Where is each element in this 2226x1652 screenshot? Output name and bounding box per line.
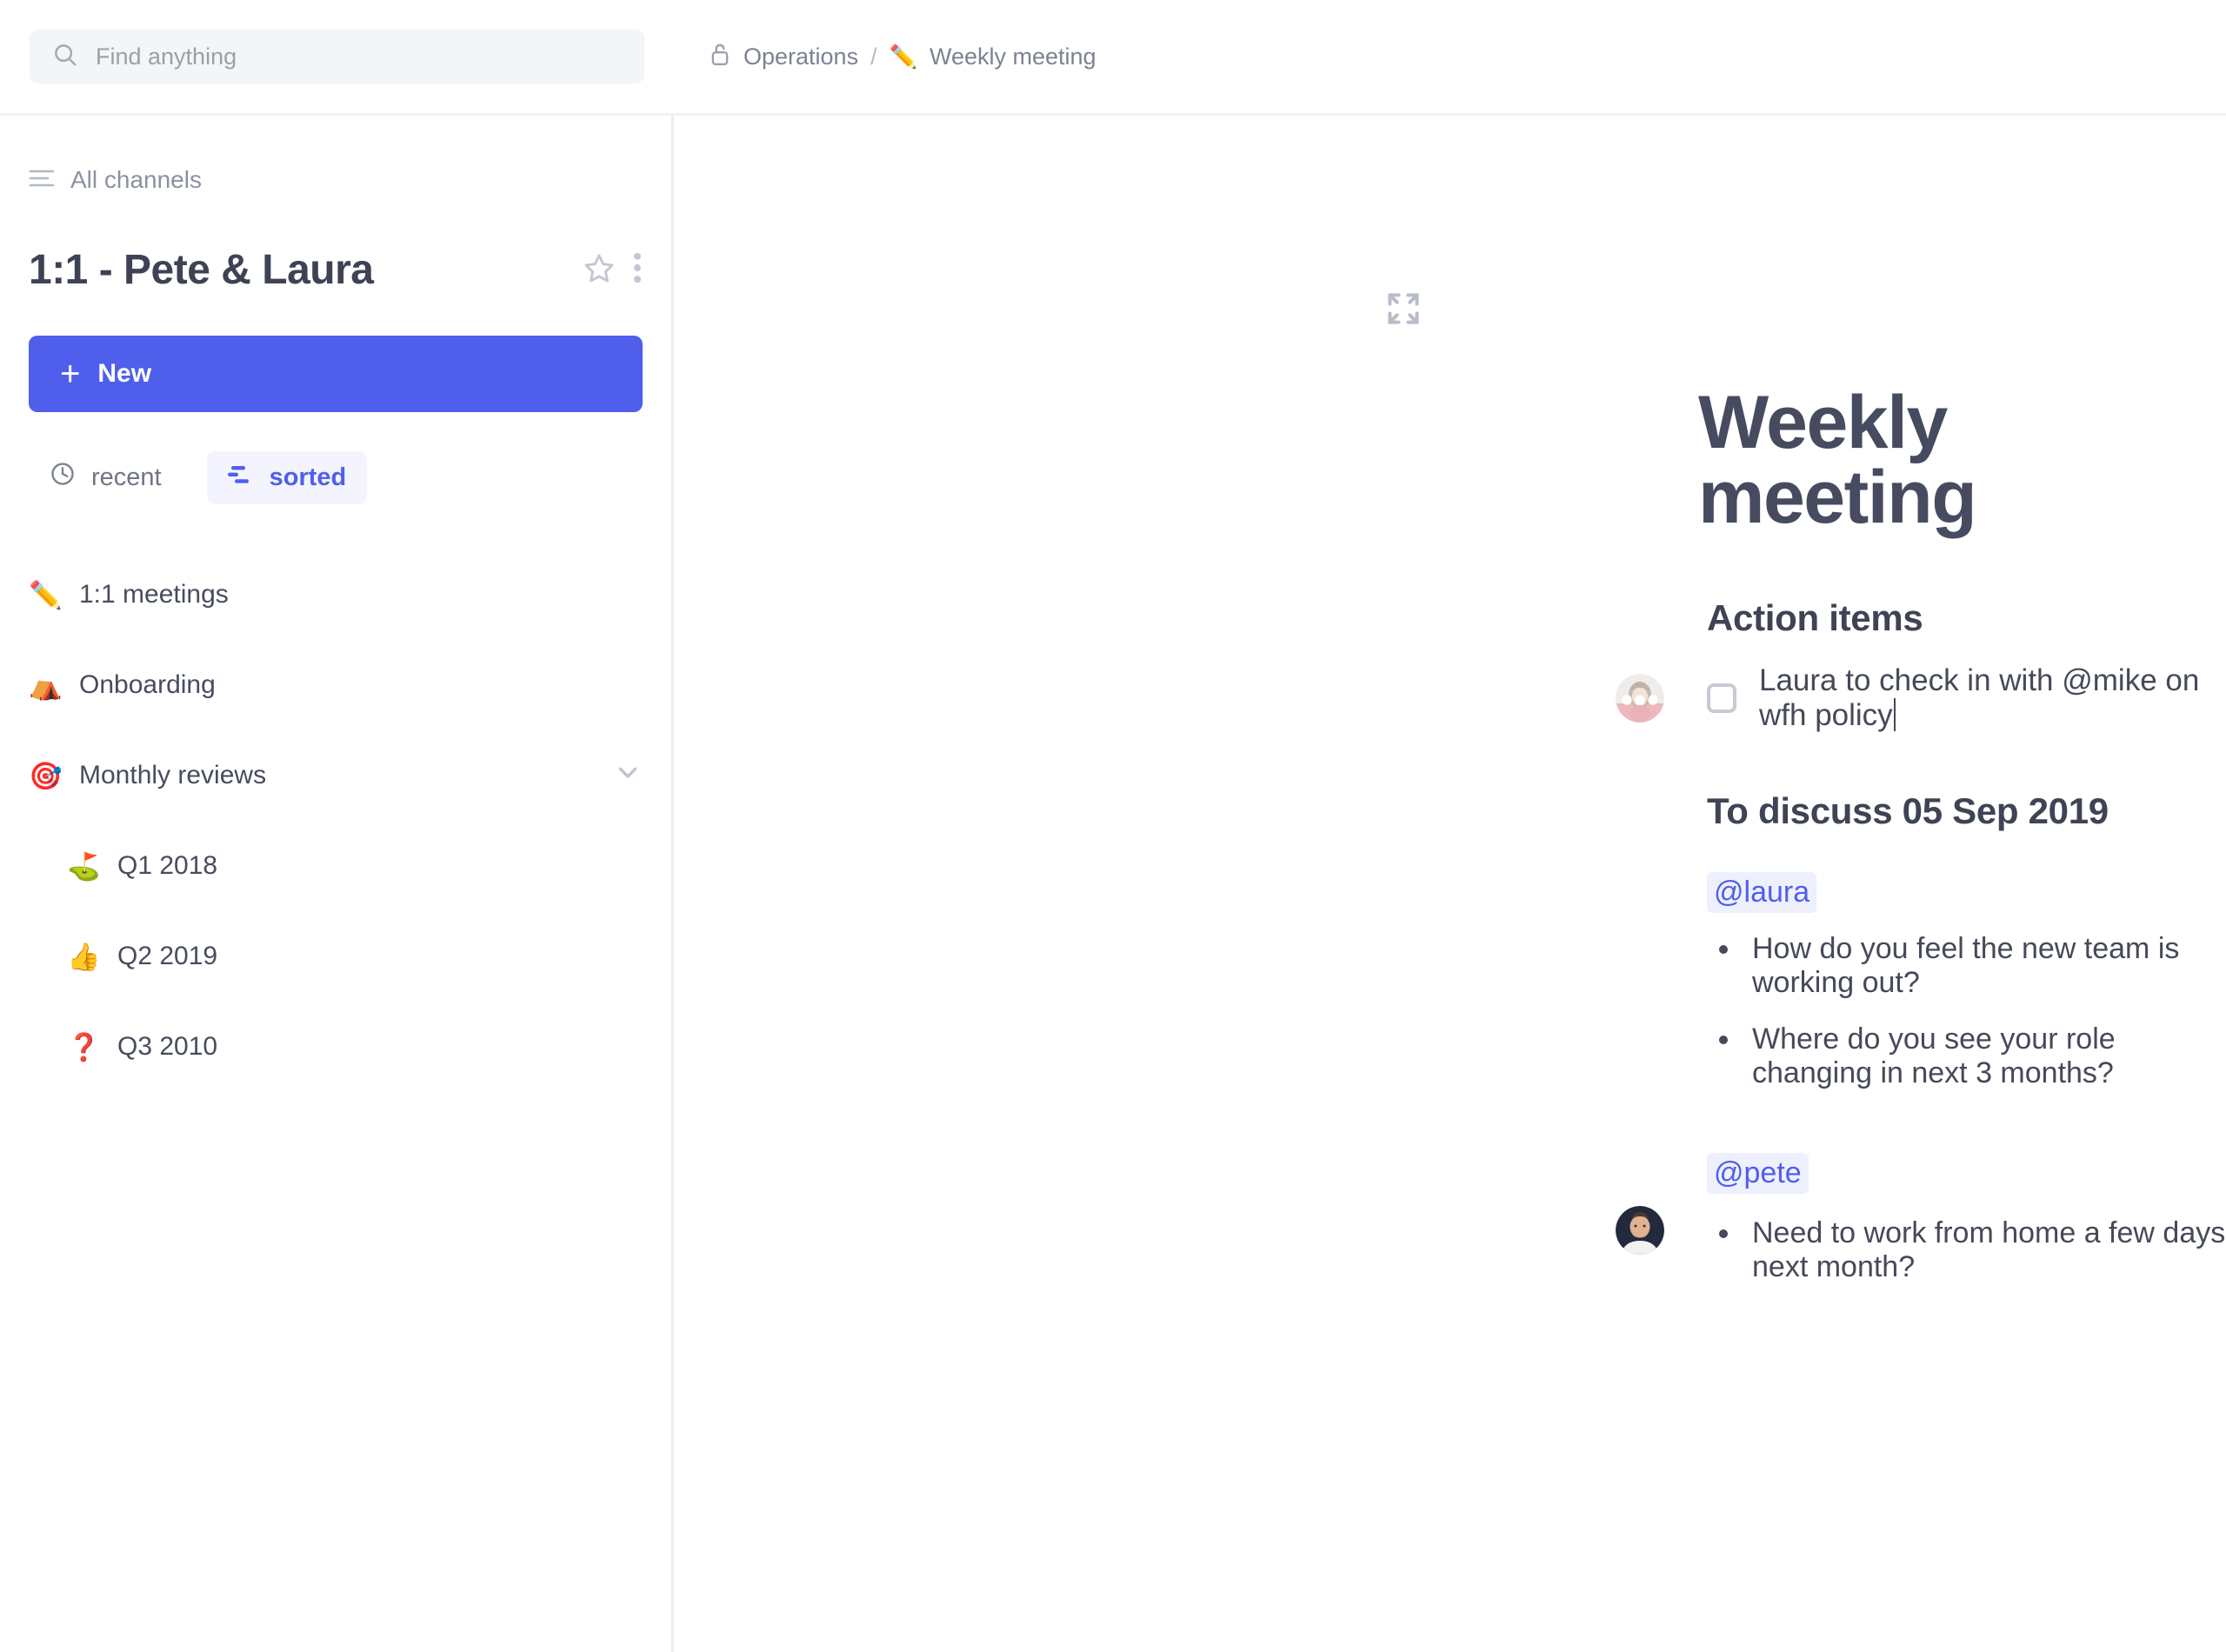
expand-fullscreen-icon[interactable] [1384,290,1423,328]
mention-laura[interactable]: @laura [1707,872,1817,913]
list-item-label: Need to work from home a few days next m… [1752,1216,2226,1283]
breadcrumb: Operations / ✏️ Weekly meeting [709,41,1096,73]
top-bar-left [0,0,674,113]
channel-title: 1:1 - Pete & Laura [29,247,374,293]
all-channels-label: All channels [70,166,202,193]
all-channels-button[interactable]: All channels [29,166,643,194]
lock-icon [709,41,731,73]
action-item-row: Laura to check in with @mike on wfh poli… [1616,663,2226,733]
mention-pete[interactable]: @pete [1707,1153,1809,1194]
text-cursor [1893,698,1896,731]
breadcrumb-current[interactable]: Weekly meeting [930,43,1096,70]
discuss-group-laura: @laura How do you feel the new team is w… [1707,832,2226,1090]
clock-icon [50,461,76,494]
sidebar: All channels 1:1 - Pete & Laura + New re… [0,116,674,1652]
document-body: Weekly meeting Action items Laura to che… [674,116,2226,1284]
task-text[interactable]: Laura to check in with @mike on wfh poli… [1759,663,2226,733]
kebab-menu-icon[interactable] [632,252,643,288]
sidebar-item-label: Monthly reviews [79,761,267,789]
sidebar-item-1-1-meetings[interactable]: ✏️ 1:1 meetings [29,550,643,640]
chevron-down-icon[interactable] [613,757,643,794]
sort-icon [227,463,254,492]
sidebar-item-monthly-reviews[interactable]: 🎯 Monthly reviews [29,730,643,821]
thumbs-up-icon: 👍 [67,941,101,972]
channel-header: 1:1 - Pete & Laura [29,246,643,294]
sidebar-item-label: Q3 2010 [117,1032,218,1061]
task-text-value: Laura to check in with @mike on wfh poli… [1759,663,2200,732]
pencil-icon: ✏️ [29,579,63,610]
golf-flag-icon: ⛳ [67,850,101,882]
pencil-icon: ✏️ [889,43,917,70]
breadcrumb-parent[interactable]: Operations [743,43,858,70]
sidebar-item-q3-2010[interactable]: ❓ Q3 2010 [29,1002,643,1092]
page-title[interactable]: Weekly meeting [1698,385,2226,535]
search-icon [52,42,78,72]
filter-sorted-label: sorted [269,463,347,491]
laura-avatar [1616,674,1664,723]
task-checkbox[interactable] [1707,683,1736,713]
top-bar-right: Operations / ✏️ Weekly meeting [674,0,2226,113]
filter-row: recent sorted [29,449,643,506]
sidebar-item-label: Onboarding [79,670,216,699]
star-outline-icon[interactable] [583,252,615,288]
sidebar-item-q2-2019[interactable]: 👍 Q2 2019 [29,911,643,1002]
body-wrapper: All channels 1:1 - Pete & Laura + New re… [0,116,2226,1652]
sidebar-item-label: Q1 2018 [117,851,218,880]
new-button[interactable]: + New [29,336,643,412]
sidebar-item-onboarding[interactable]: ⛺ Onboarding [29,640,643,730]
plus-icon: + [60,355,81,393]
nav-list: ✏️ 1:1 meetings ⛺ Onboarding 🎯 Monthly r… [29,550,643,1092]
app-root: Operations / ✏️ Weekly meeting All chann… [0,0,2226,1652]
question-mark-icon: ❓ [67,1031,101,1062]
top-bar: Operations / ✏️ Weekly meeting [0,0,2226,116]
breadcrumb-separator: / [870,43,877,70]
to-discuss-heading: To discuss 05 Sep 2019 [1707,790,2109,831]
list-item[interactable]: How do you feel the new team is working … [1707,932,2226,1000]
search-box[interactable] [30,30,644,83]
bullet-dot-icon [1719,1036,1728,1044]
pete-avatar [1616,1206,1664,1255]
sidebar-item-label: 1:1 meetings [79,580,229,609]
filter-recent-label: recent [91,463,162,491]
sidebar-item-q1-2018[interactable]: ⛳ Q1 2018 [29,821,643,911]
filter-recent[interactable]: recent [29,449,183,506]
bullet-list-laura: How do you feel the new team is working … [1707,932,2226,1090]
new-button-label: New [97,359,152,388]
bullet-list-pete: Need to work from home a few days next m… [1616,1206,2226,1284]
sidebar-item-label: Q2 2019 [117,942,218,970]
bullet-dot-icon [1719,945,1728,954]
document-pane: Weekly meeting Action items Laura to che… [674,116,2226,1652]
filter-sorted[interactable]: sorted [206,450,368,504]
action-items-heading: Action items [1707,597,1923,638]
discuss-group-pete: @pete Need to work from home a few days … [1616,1113,2226,1284]
list-lines-icon [29,166,55,194]
list-item[interactable]: Need to work from home a few days next m… [1616,1206,2226,1284]
channel-header-icons [583,252,643,288]
search-input[interactable] [96,43,622,70]
tent-icon: ⛺ [29,669,63,701]
list-item-label: How do you feel the new team is working … [1752,932,2180,999]
bullet-dot-icon [1719,1229,1728,1238]
list-item-label: Where do you see your role changing in n… [1752,1023,2116,1089]
list-item[interactable]: Where do you see your role changing in n… [1707,1023,2226,1090]
dart-icon: 🎯 [29,760,63,791]
